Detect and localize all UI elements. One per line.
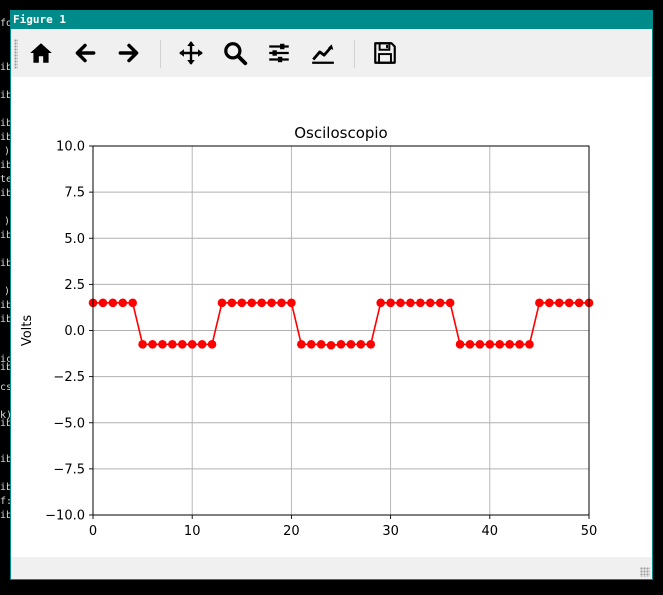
data-point: [425, 298, 435, 308]
axes-line-icon: [312, 44, 334, 64]
save-button[interactable]: [369, 37, 401, 69]
window-title: Figure 1: [13, 13, 66, 26]
data-point: [168, 340, 177, 349]
data-point: [485, 340, 495, 349]
data-point: [525, 340, 534, 349]
data-point: [217, 298, 227, 308]
y-tick-label: 5.0: [64, 232, 85, 247]
data-point: [435, 298, 445, 308]
data-point: [455, 340, 465, 349]
data-point: [138, 340, 147, 349]
data-point: [356, 340, 366, 349]
data-point: [98, 298, 108, 308]
toolbar-separator: [160, 40, 161, 68]
x-tick-label: 40: [482, 524, 499, 539]
home-icon: [30, 43, 52, 63]
pan-icon: [179, 41, 203, 65]
y-tick-label: 2.5: [64, 278, 85, 293]
data-point: [148, 340, 157, 349]
x-tick-label: 50: [581, 524, 598, 539]
x-tick-label: 0: [89, 524, 97, 539]
chart[interactable]: 0 10 20 30 40 50 −10.0 −7.5 −5.0 −2.5 0.0 2.5 5.0 7.5…: [11, 77, 652, 557]
back-button[interactable]: [69, 37, 101, 69]
home-button[interactable]: [25, 37, 57, 69]
status-bar: [11, 557, 652, 579]
data-point: [277, 298, 286, 308]
y-tick-label: 0.0: [64, 324, 85, 339]
subplots-icon: [269, 43, 289, 63]
data-point: [247, 298, 257, 308]
data-point: [574, 298, 584, 308]
forward-arrow-icon: [118, 43, 139, 63]
data-point: [197, 340, 207, 349]
chart-title: Osciloscopio: [294, 124, 388, 142]
data-point: [505, 340, 514, 349]
data-point: [515, 340, 524, 349]
x-tick-label: 20: [283, 524, 300, 539]
x-tick-label: 30: [382, 524, 399, 539]
data-point: [475, 340, 485, 349]
data-point: [177, 340, 187, 349]
window-titlebar[interactable]: Figure 1: [11, 11, 652, 29]
data-point: [554, 298, 564, 308]
data-point: [445, 298, 455, 308]
data-point: [376, 298, 385, 308]
data-point: [564, 298, 574, 308]
data-point: [336, 340, 346, 349]
y-tick-label: −5.0: [53, 416, 85, 431]
navigation-toolbar: [11, 29, 652, 77]
data-point: [406, 298, 415, 308]
y-tick-label: −7.5: [53, 462, 85, 477]
data-point: [237, 298, 247, 308]
y-tick-label: −2.5: [53, 370, 85, 385]
data-point: [158, 340, 167, 349]
x-tick-label: 10: [184, 524, 201, 539]
data-point: [416, 298, 425, 308]
data-point: [316, 340, 326, 349]
data-point: [535, 298, 544, 308]
save-icon: [374, 42, 396, 64]
data-point: [386, 298, 395, 308]
data-point: [545, 298, 554, 308]
zoom-icon: [224, 42, 248, 66]
series-line: [93, 302, 589, 347]
subplots-button[interactable]: [263, 37, 295, 69]
data-point: [108, 298, 118, 308]
data-point: [128, 298, 137, 308]
data-point: [366, 340, 376, 349]
data-point: [118, 298, 128, 308]
data-point: [396, 298, 405, 308]
edit-axes-button[interactable]: [307, 37, 339, 69]
toolbar-separator: [354, 40, 355, 68]
data-point: [346, 340, 356, 349]
pan-button[interactable]: [175, 37, 207, 69]
data-point: [465, 340, 475, 349]
back-arrow-icon: [75, 43, 96, 63]
data-point: [306, 340, 316, 349]
y-axis-label: Volts: [20, 315, 35, 347]
data-point: [257, 298, 266, 308]
forward-button[interactable]: [113, 37, 145, 69]
data-point: [287, 298, 296, 308]
y-tick-label: −10.0: [45, 509, 85, 524]
figure-canvas[interactable]: 0 10 20 30 40 50 −10.0 −7.5 −5.0 −2.5 0.0 2.5 5.0 7.5…: [11, 77, 652, 557]
toolbar-grip[interactable]: [14, 39, 18, 69]
figure-window: Figure 1 0 10 20 30 40 50 −10.0 −7.5 −5.…: [10, 10, 653, 580]
data-point: [326, 340, 336, 350]
y-tick-label: 10.0: [56, 140, 85, 155]
resize-grip[interactable]: [640, 567, 650, 577]
data-point: [207, 340, 217, 349]
data-point: [227, 298, 237, 308]
y-tick-label: 7.5: [64, 186, 85, 201]
data-point: [187, 340, 197, 349]
data-point: [297, 340, 306, 349]
data-point: [495, 340, 505, 349]
data-point: [267, 298, 276, 308]
zoom-button[interactable]: [219, 37, 251, 69]
